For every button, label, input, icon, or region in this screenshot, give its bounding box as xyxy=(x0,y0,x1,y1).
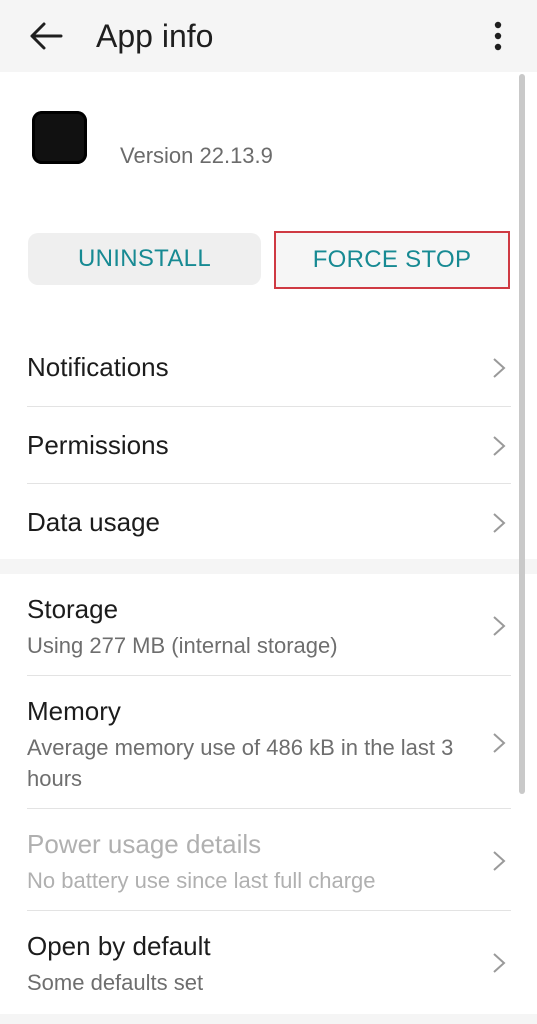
row-label: Memory xyxy=(27,696,121,726)
more-vert-icon xyxy=(494,21,502,51)
version-text: Version 22.13.9 xyxy=(120,143,273,168)
more-options-button[interactable] xyxy=(482,16,514,56)
row-label: Open by default xyxy=(27,931,211,961)
app-bar: App info xyxy=(0,0,537,72)
row-label: Storage xyxy=(27,594,119,624)
memory-row[interactable]: Memory Average memory use of 486 kB in t… xyxy=(0,676,537,808)
chevron-right-icon xyxy=(490,731,508,755)
data-usage-row[interactable]: Data usage xyxy=(0,484,537,559)
row-label: Power usage details xyxy=(27,829,262,859)
back-button[interactable] xyxy=(28,18,64,54)
row-label: Notifications xyxy=(27,352,169,382)
row-label: Data usage xyxy=(27,507,160,537)
row-subtitle: Average memory use of 486 kB in the last… xyxy=(27,735,454,791)
row-label: Permissions xyxy=(27,430,169,460)
chevron-right-icon xyxy=(490,511,508,535)
open-by-default-row[interactable]: Open by default Some defaults set xyxy=(0,911,537,1012)
scrollbar[interactable] xyxy=(519,74,525,794)
row-subtitle: Some defaults set xyxy=(27,970,204,995)
force-stop-button[interactable]: FORCE STOP xyxy=(274,231,510,289)
chevron-right-icon xyxy=(490,849,508,873)
uninstall-button[interactable]: UNINSTALL xyxy=(28,233,261,285)
arrow-left-icon xyxy=(30,22,63,50)
chevron-right-icon xyxy=(490,951,508,975)
storage-row[interactable]: Storage Using 277 MB (internal storage) xyxy=(0,574,537,675)
permissions-row[interactable]: Permissions xyxy=(0,407,537,483)
chevron-right-icon xyxy=(490,614,508,638)
app-icon xyxy=(32,111,87,164)
row-subtitle: Using 277 MB (internal storage) xyxy=(27,633,338,658)
power-usage-row[interactable]: Power usage details No battery use since… xyxy=(0,809,537,910)
chevron-right-icon xyxy=(490,356,508,380)
chevron-right-icon xyxy=(490,434,508,458)
page-title: App info xyxy=(96,18,214,54)
notifications-row[interactable]: Notifications xyxy=(0,330,537,406)
row-subtitle: No battery use since last full charge xyxy=(27,868,376,893)
